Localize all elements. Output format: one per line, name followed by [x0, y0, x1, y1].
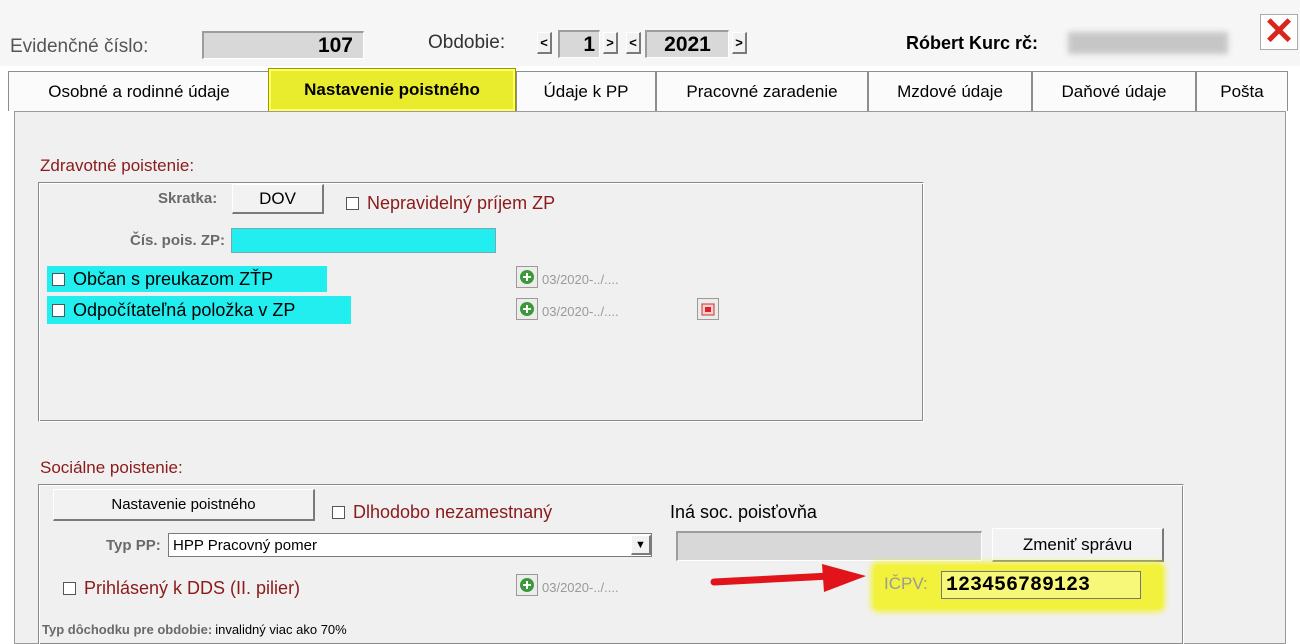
typ-pp-label: Typ PP:: [106, 537, 161, 554]
tab-label: Daňové údaje: [1061, 81, 1167, 101]
other-insurer-label: Iná soc. poisťovňa: [670, 502, 817, 522]
prev-year-button[interactable]: <: [626, 32, 641, 54]
tab-label: Pracovné zaradenie: [686, 81, 838, 101]
next-year-button[interactable]: >: [732, 32, 747, 54]
history-icon[interactable]: [516, 298, 538, 320]
ztp-checkbox[interactable]: Občan s preukazom ZŤP: [47, 266, 327, 292]
tab-osobne[interactable]: Osobné a rodinné údaje: [8, 71, 270, 111]
history-icon[interactable]: [516, 266, 538, 288]
ztp-period: 03/2020-../....: [542, 272, 619, 287]
tab-label: Pošta: [1220, 81, 1264, 101]
year-value: 2021: [664, 32, 711, 56]
checkbox-box[interactable]: [52, 272, 65, 286]
month-value: 1: [583, 32, 595, 56]
skratka-label: Skratka:: [158, 190, 218, 207]
cis-pois-label: Čís. pois. ZP:: [130, 232, 226, 249]
checkbox-box[interactable]: [63, 582, 76, 595]
evid-value: 107: [317, 33, 353, 57]
tab-nastavenie-poistneho[interactable]: Nastavenie poistného: [268, 68, 516, 112]
cis-pois-input[interactable]: [231, 228, 496, 253]
pension-type: Typ dôchodku pre obdobie: invalidný viac…: [42, 622, 347, 637]
icpv-value: 123456789123: [946, 573, 1091, 597]
tab-label: Osobné a rodinné údaje: [48, 81, 230, 101]
skratka-button[interactable]: DOV: [232, 184, 324, 214]
health-section-title: Zdravotné poistenie:: [40, 156, 195, 175]
deduct-period: 03/2020-../....: [542, 304, 619, 319]
tab-posta[interactable]: Pošta: [1196, 71, 1288, 111]
icpv-input[interactable]: 123456789123: [941, 571, 1141, 599]
tab-label: Mzdové údaje: [897, 81, 1003, 101]
checkbox-box[interactable]: [346, 197, 359, 210]
calendar-icon[interactable]: [697, 298, 719, 320]
typ-pp-value: HPP Pracovný pomer: [173, 536, 317, 554]
year-field[interactable]: 2021: [645, 30, 729, 58]
dds-period: 03/2020-../....: [542, 580, 619, 595]
typ-pp-select[interactable]: HPP Pracovný pomer ▼: [168, 533, 652, 557]
tab-mzdove-udaje[interactable]: Mzdové údaje: [868, 71, 1032, 111]
other-insurer-field[interactable]: [676, 531, 982, 561]
long-term-unemployed-checkbox[interactable]: Dlhodobo nezamestnaný: [332, 502, 552, 523]
change-report-button[interactable]: Zmeniť správu: [992, 528, 1164, 562]
checkbox-box[interactable]: [332, 506, 345, 519]
icpv-label: IČPV:: [884, 574, 928, 593]
deductible-checkbox[interactable]: Odpočítateľná položka v ZP: [47, 296, 351, 324]
checkbox-label: Dlhodobo nezamestnaný: [353, 502, 553, 522]
red-arrow-icon: [710, 564, 866, 592]
close-icon[interactable]: ✕: [1260, 13, 1298, 51]
obdobie-label: Obdobie:: [428, 32, 506, 53]
checkbox-box[interactable]: [52, 303, 65, 317]
tab-label: Nastavenie poistného: [304, 80, 480, 99]
employee-name: Róbert Kurc rč:: [906, 33, 1039, 53]
chevron-down-icon[interactable]: ▼: [631, 535, 651, 555]
evid-field[interactable]: 107: [202, 31, 364, 59]
tab-danove-udaje[interactable]: Daňové údaje: [1032, 71, 1196, 111]
month-field[interactable]: 1: [558, 30, 600, 58]
checkbox-label: Občan s preukazom ZŤP: [73, 268, 274, 289]
tab-label: Údaje k PP: [543, 81, 629, 101]
redacted-birth-number: [1068, 32, 1228, 54]
insurance-settings-button[interactable]: Nastavenie poistného: [53, 489, 315, 521]
next-month-button[interactable]: >: [603, 32, 618, 54]
checkbox-label: Prihlásený k DDS (II. pilier): [84, 578, 301, 598]
tab-udaje-pp[interactable]: Údaje k PP: [516, 71, 656, 111]
pension-value: invalidný viac ako 70%: [215, 622, 347, 637]
checkbox-label: Nepravidelný príjem ZP: [367, 193, 556, 213]
dds-checkbox[interactable]: Prihlásený k DDS (II. pilier): [63, 578, 300, 599]
pension-label: Typ dôchodku pre obdobie:: [42, 622, 213, 637]
evid-label: Evidenčné číslo:: [10, 36, 149, 57]
prev-month-button[interactable]: <: [537, 32, 552, 54]
tab-pracovne-zaradenie[interactable]: Pracovné zaradenie: [656, 71, 868, 111]
irregular-income-checkbox[interactable]: Nepravidelný príjem ZP: [346, 193, 555, 214]
history-icon[interactable]: [516, 574, 538, 596]
social-section-title: Sociálne poistenie:: [40, 458, 183, 477]
checkbox-label: Odpočítateľná položka v ZP: [73, 299, 296, 320]
